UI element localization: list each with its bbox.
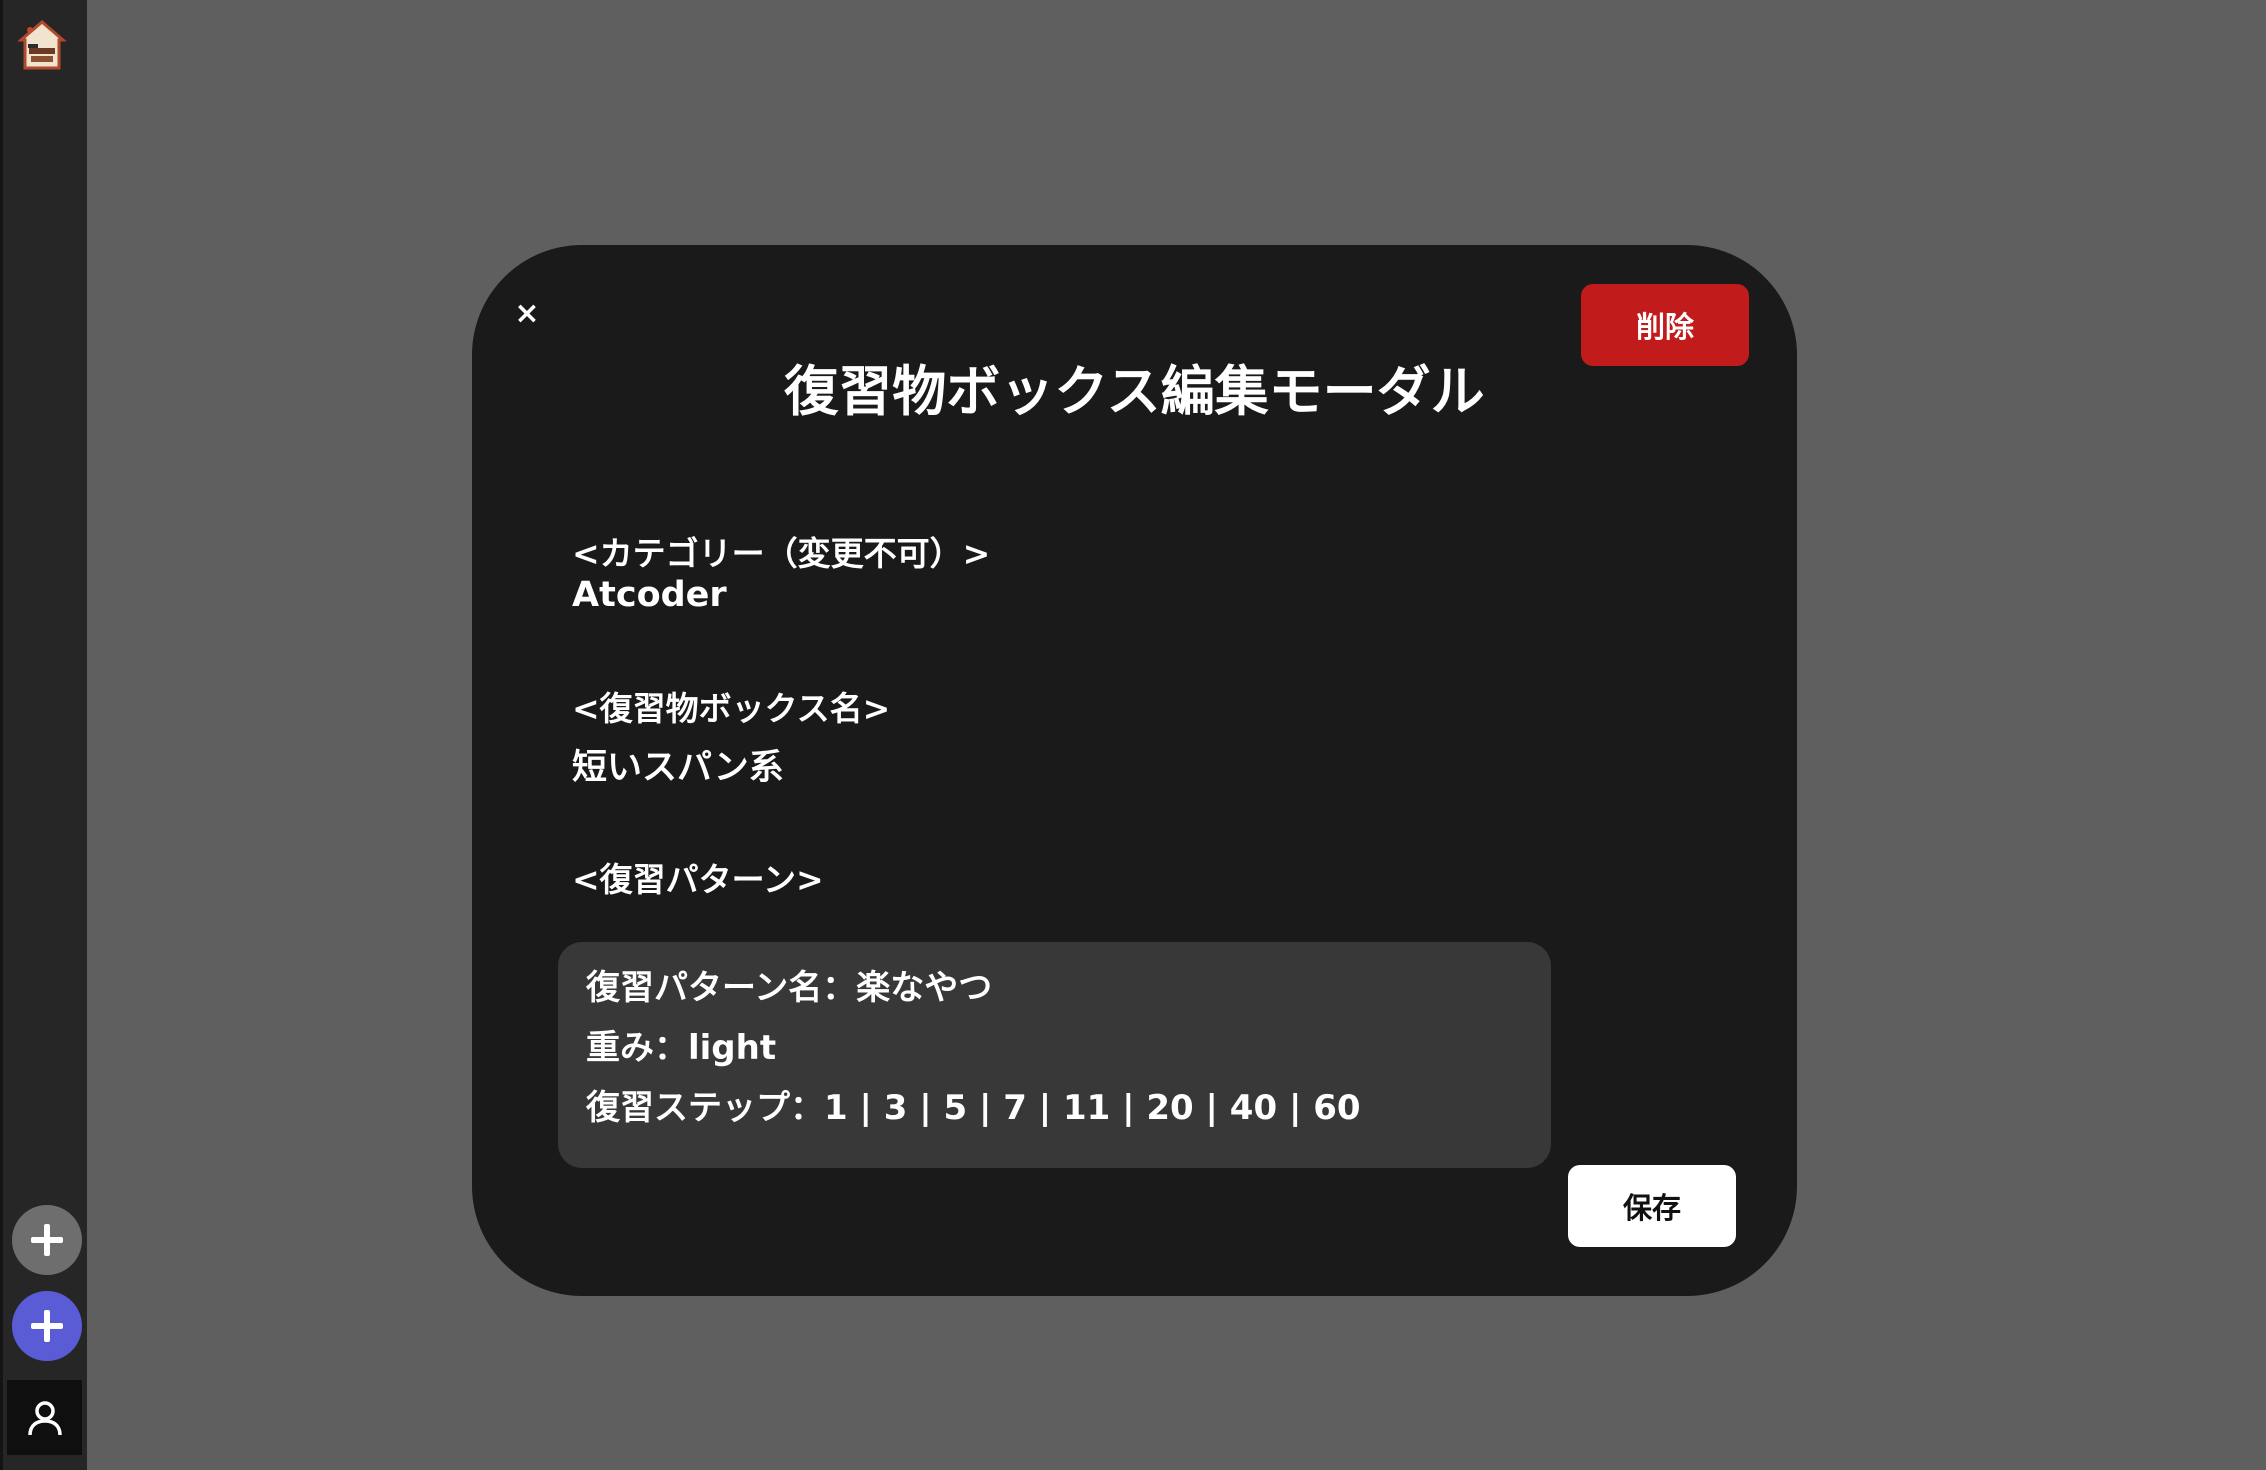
pattern-label: <復習パターン>: [572, 860, 824, 899]
house-logo-icon[interactable]: [16, 18, 68, 70]
category-value: Atcoder: [572, 575, 727, 615]
user-profile-button[interactable]: [7, 1380, 82, 1455]
plus-icon: [31, 1310, 63, 1342]
save-button[interactable]: 保存: [1568, 1165, 1736, 1247]
sidebar-edge: [0, 0, 3, 1470]
plus-icon: [31, 1224, 63, 1256]
modal-title: 復習物ボックス編集モーダル: [784, 360, 1485, 423]
box-name-value: 短いスパン系: [572, 748, 784, 788]
add-button-gray[interactable]: [12, 1205, 82, 1275]
pattern-name-text: 復習パターン名：楽なやつ: [586, 968, 993, 1008]
box-name-label: <復習物ボックス名>: [572, 689, 891, 728]
user-icon: [27, 1400, 62, 1435]
pattern-weight-text: 重み：light: [586, 1028, 777, 1068]
sidebar: [0, 0, 87, 1470]
close-icon[interactable]: ×: [512, 296, 542, 331]
category-label: <カテゴリー（変更不可）>: [572, 534, 991, 573]
add-button-blue[interactable]: [12, 1291, 82, 1361]
pattern-card[interactable]: 復習パターン名：楽なやつ 重み：light 復習ステップ：1 | 3 | 5 |…: [558, 942, 1551, 1168]
delete-button[interactable]: 削除: [1581, 284, 1749, 366]
edit-box-modal: × 削除 復習物ボックス編集モーダル <カテゴリー（変更不可）> Atcoder…: [472, 245, 1797, 1296]
pattern-steps-text: 復習ステップ：1 | 3 | 5 | 7 | 11 | 20 | 40 | 60: [586, 1088, 1361, 1128]
